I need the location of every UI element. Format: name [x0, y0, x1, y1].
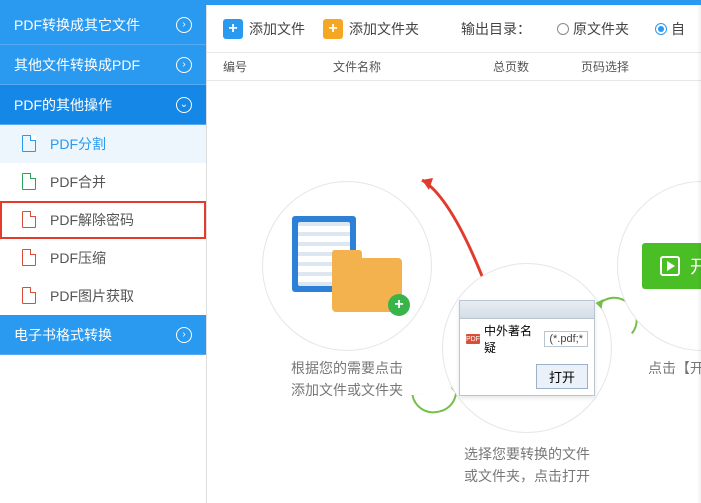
- main-panel: + 添加文件 + 添加文件夹 输出目录： 原文件夹 自 编号 文件名称 总页数 …: [207, 5, 701, 503]
- plus-icon: +: [388, 294, 410, 316]
- step2-circle: PDF 中外著名疑 (*.pdf;* 打开: [442, 263, 612, 433]
- radio-custom-folder[interactable]: 自: [655, 19, 685, 39]
- section-label: 电子书格式转换: [14, 315, 112, 355]
- dialog-filter: (*.pdf;*: [544, 331, 588, 347]
- radio-icon: [557, 23, 569, 35]
- plus-icon: +: [223, 19, 243, 39]
- section-label: PDF的其他操作: [14, 85, 112, 125]
- plus-icon: +: [323, 19, 343, 39]
- sidebar-item-label: PDF解除密码: [50, 210, 134, 230]
- sidebar-item-pdf-merge[interactable]: PDF合并: [0, 163, 206, 201]
- sidebar-item-label: PDF分割: [50, 134, 106, 154]
- table-header: 编号 文件名称 总页数 页码选择: [207, 53, 701, 81]
- button-label: 开始转: [690, 253, 701, 279]
- col-header: 总页数: [493, 58, 581, 75]
- sidebar-section-convert-to-pdf[interactable]: 其他文件转换成PDF ›: [0, 45, 206, 85]
- guide-stage: + + 根据您的需要点击 添加文件或文件夹 PDF 中外著名疑 (*.pdf;*: [207, 95, 701, 503]
- doc-icon: [22, 249, 36, 266]
- play-icon: [660, 256, 680, 276]
- section-label: 其他文件转换成PDF: [14, 45, 140, 85]
- add-folder-button[interactable]: + 添加文件夹: [323, 19, 419, 39]
- col-header: 编号: [223, 58, 333, 75]
- sidebar-item-pdf-split[interactable]: PDF分割: [0, 125, 206, 163]
- radio-label: 原文件夹: [573, 19, 629, 39]
- radio-icon: [655, 23, 667, 35]
- doc-icon: [22, 287, 36, 304]
- pdf-icon: PDF: [466, 334, 480, 344]
- sidebar-item-pdf-compress[interactable]: PDF压缩: [0, 239, 206, 277]
- button-label: 添加文件: [249, 19, 305, 39]
- open-dialog-mock: PDF 中外著名疑 (*.pdf;* 打开: [459, 300, 595, 396]
- output-dir-label: 输出目录：: [461, 19, 531, 39]
- sidebar-section-ebook-convert[interactable]: 电子书格式转换 ›: [0, 315, 206, 355]
- folders-illustration: + +: [292, 216, 402, 316]
- chevron-right-icon: ›: [176, 57, 192, 73]
- sidebar-item-label: PDF合并: [50, 172, 106, 192]
- add-file-button[interactable]: + 添加文件: [223, 19, 305, 39]
- chevron-right-icon: ›: [176, 327, 192, 343]
- col-header: 页码选择: [581, 58, 701, 75]
- doc-icon: [22, 211, 36, 228]
- sidebar-section-pdf-other-ops[interactable]: PDF的其他操作 ⌄: [0, 85, 206, 125]
- step3-caption: 点击【开始转换: [607, 357, 701, 379]
- col-header: 文件名称: [333, 58, 493, 75]
- sidebar-item-pdf-extract-images[interactable]: PDF图片获取: [0, 277, 206, 315]
- step1-caption: 根据您的需要点击 添加文件或文件夹: [262, 357, 432, 402]
- radio-original-folder[interactable]: 原文件夹: [557, 19, 629, 39]
- sidebar-item-label: PDF图片获取: [50, 286, 134, 306]
- doc-icon: [22, 135, 36, 152]
- radio-label: 自: [671, 19, 685, 39]
- sidebar-item-label: PDF压缩: [50, 248, 106, 268]
- sidebar-section-pdf-convert-out[interactable]: PDF转换成其它文件 ›: [0, 5, 206, 45]
- step2-caption: 选择您要转换的文件 或文件夹，点击打开: [432, 443, 622, 488]
- sidebar-item-pdf-remove-password[interactable]: PDF解除密码: [0, 201, 206, 239]
- chevron-right-icon: ›: [176, 17, 192, 33]
- dialog-filename: 中外著名疑: [484, 322, 540, 356]
- toolbar: + 添加文件 + 添加文件夹 输出目录： 原文件夹 自: [207, 5, 701, 53]
- start-convert-button[interactable]: 开始转: [642, 243, 701, 289]
- button-label: 添加文件夹: [349, 19, 419, 39]
- section-label: PDF转换成其它文件: [14, 5, 140, 45]
- sidebar: PDF转换成其它文件 › 其他文件转换成PDF › PDF的其他操作 ⌄ PDF…: [0, 5, 207, 503]
- step1-circle: + +: [262, 181, 432, 351]
- open-button[interactable]: 打开: [536, 364, 588, 389]
- doc-icon: [22, 173, 36, 190]
- chevron-down-icon: ⌄: [176, 97, 192, 113]
